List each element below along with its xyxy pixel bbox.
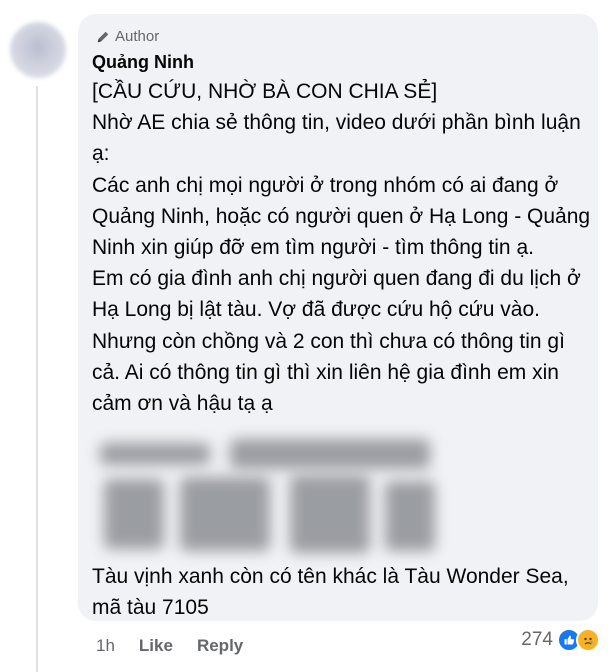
sad-icon (576, 628, 600, 652)
pencil-icon (96, 30, 110, 44)
reactions-summary[interactable]: 274 (521, 628, 600, 652)
comment-paragraph: Các anh chị mọi người ở trong nhóm có ai… (92, 173, 591, 260)
comment-paragraph: [CẦU CỨU, NHỜ BÀ CON CHIA SẺ] (92, 80, 438, 103)
thread-line (36, 86, 38, 672)
comment-tail: Tàu vịnh xanh còn có tên khác là Tàu Won… (92, 561, 592, 623)
reaction-count: 274 (521, 629, 553, 650)
timestamp[interactable]: 1h (96, 636, 115, 656)
like-button[interactable]: Like (139, 636, 173, 656)
comment-text: [CẦU CỨU, NHỜ BÀ CON CHIA SẺ] Nhờ AE chi… (92, 76, 592, 419)
author-badge: Author (96, 28, 159, 45)
author-name[interactable]: Quảng Ninh (92, 52, 194, 73)
comment-paragraph: Tàu vịnh xanh còn có tên khác là Tàu Won… (92, 565, 569, 620)
reaction-icons (557, 628, 600, 652)
avatar[interactable] (10, 22, 66, 78)
comment-paragraph: Em có gia đình anh chị người quen đang đ… (92, 267, 581, 416)
author-badge-label: Author (115, 28, 160, 45)
blurred-content (100, 439, 440, 557)
comment-actions: 1h Like Reply (96, 636, 243, 656)
comment-bubble: Author Quảng Ninh [CẦU CỨU, NHỜ BÀ CON C… (78, 14, 598, 621)
comment-paragraph: Nhờ AE chia sẻ thông tin, video dưới phầ… (92, 111, 581, 166)
reply-button[interactable]: Reply (197, 636, 243, 656)
